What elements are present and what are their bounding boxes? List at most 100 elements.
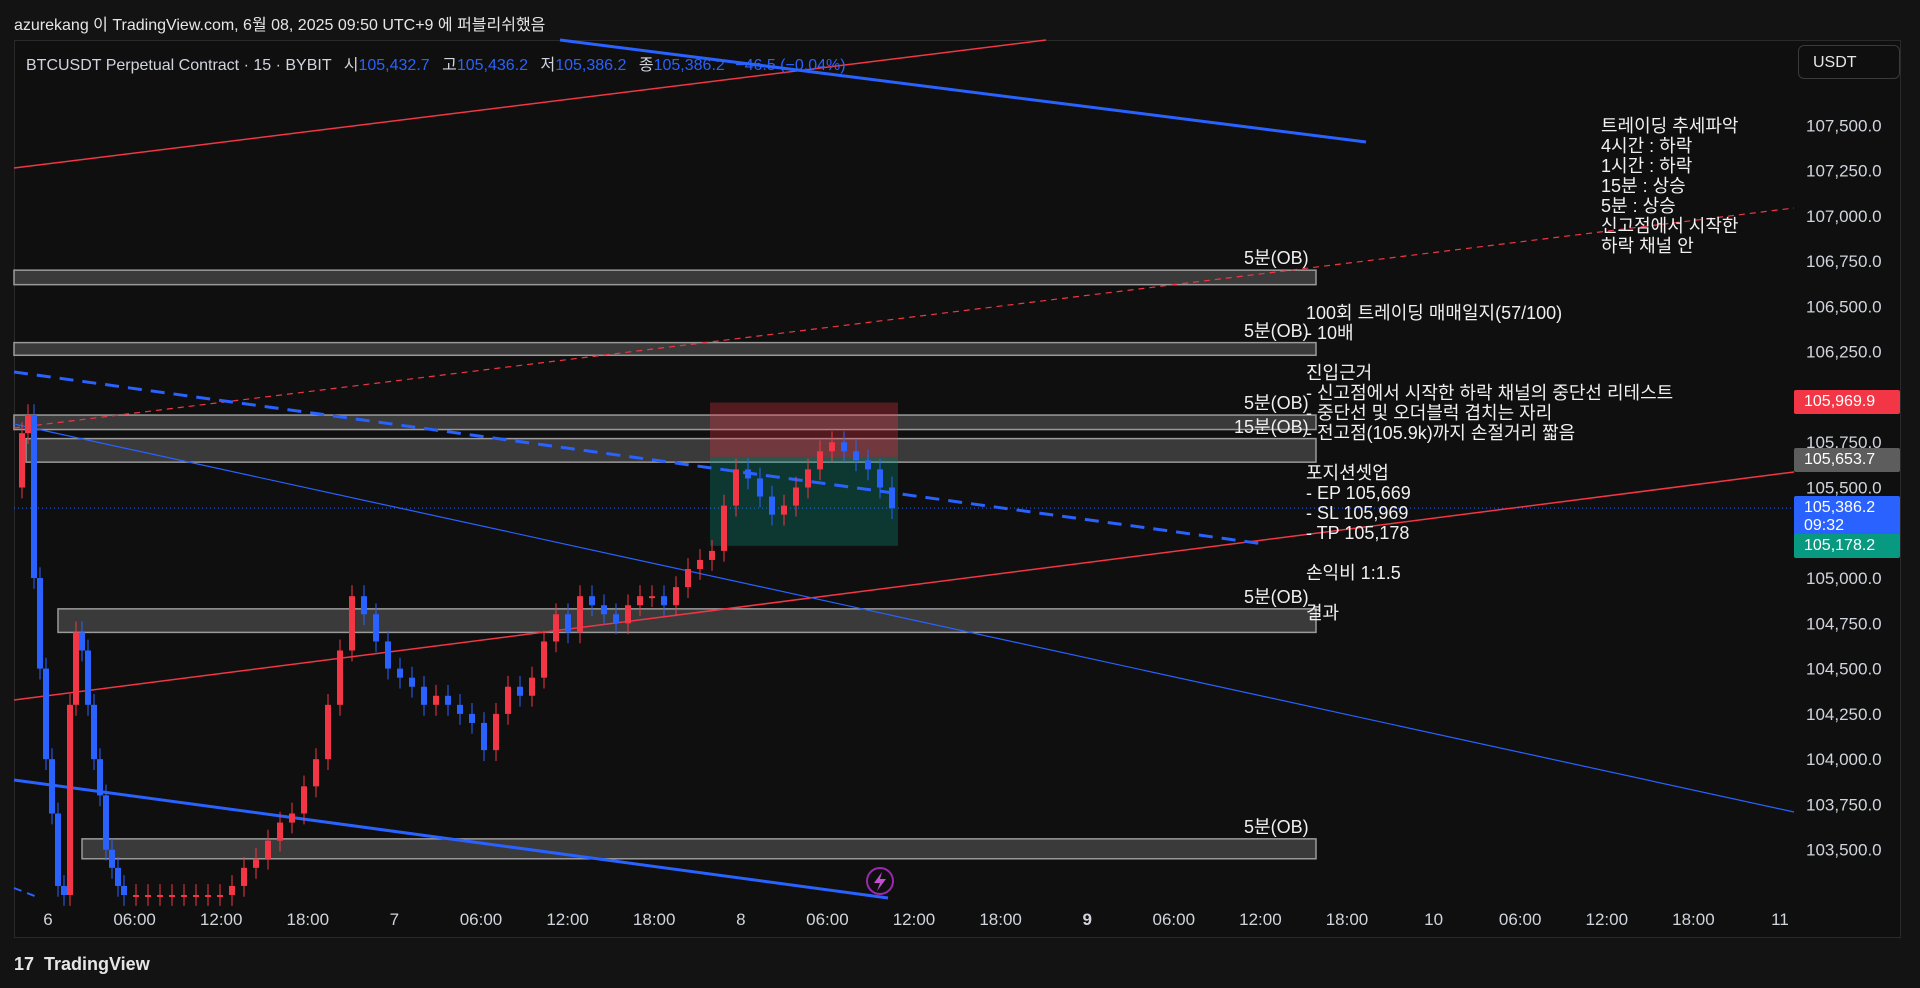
tradingview-logo-icon[interactable]: 17	[14, 954, 34, 975]
time-tick-label: 18:00	[979, 910, 1022, 929]
journal-line-5: - 중단선 및 오더블럭 겹치는 자리	[1306, 403, 1553, 423]
order-block-zone	[57, 608, 1317, 634]
candle-body	[85, 650, 91, 705]
candle-body	[433, 695, 439, 705]
candle-body	[133, 895, 139, 897]
candle-body	[325, 704, 331, 760]
low-value: 105,386.2	[555, 57, 627, 74]
time-tick-label: 7	[390, 910, 399, 929]
time-tick-label: 06:00	[1153, 910, 1196, 929]
price-tick-label: 104,250.0	[1806, 705, 1882, 724]
time-tick-label: 11	[1771, 910, 1789, 929]
order-block-label: 5분(OB)	[1244, 586, 1309, 607]
candle-body	[349, 596, 355, 651]
candle-body	[277, 822, 283, 841]
journal-line-11: - TP 105,178	[1306, 523, 1410, 543]
low-label: 저	[540, 57, 556, 74]
candle-body	[577, 596, 583, 633]
candle-body	[61, 885, 67, 895]
time-tick-label: 18:00	[1672, 910, 1715, 929]
order-block-label: 5분(OB)	[1244, 816, 1309, 837]
journal-line-2	[1306, 343, 1673, 363]
order-block-label: 5분(OB)	[1244, 320, 1309, 341]
candle-body	[181, 895, 187, 897]
open-label: 시	[343, 57, 359, 74]
candle-body	[55, 813, 61, 886]
order-block-label: 15분(OB)	[1234, 416, 1309, 437]
price-tick-label: 106,750.0	[1806, 252, 1882, 271]
candle-body	[853, 451, 859, 461]
blue-dashed-lower-line	[13, 887, 41, 899]
candle-body	[505, 686, 511, 714]
symbol-name[interactable]: BTCUSDT Perpetual Contract · 15 · BYBIT	[26, 57, 331, 74]
candle-body	[445, 695, 451, 705]
candle-body	[253, 858, 259, 868]
brand-name[interactable]: TradingView	[44, 954, 150, 975]
candle-body	[565, 614, 571, 633]
time-tick-label: 10	[1424, 910, 1443, 929]
price-tick-label: 104,750.0	[1806, 614, 1882, 633]
order-block-label: 5분(OB)	[1244, 393, 1309, 414]
candle-body	[49, 759, 55, 814]
candle-body	[385, 641, 391, 669]
order-block-zone	[13, 414, 1317, 431]
price-tick-label: 107,250.0	[1806, 162, 1882, 181]
trend-line-2: 1시간 : 하락	[1601, 156, 1693, 176]
time-tick-label: 6	[43, 910, 52, 929]
time-tick-label: 12:00	[200, 910, 243, 929]
candle-body	[103, 795, 109, 850]
candle-body	[79, 632, 85, 651]
price-tick-label: 106,250.0	[1806, 343, 1882, 362]
candle-body	[37, 578, 43, 669]
candle-body	[115, 867, 121, 886]
journal-line-15: 결과	[1306, 603, 1340, 623]
candle-body	[205, 895, 211, 897]
candle-body	[265, 840, 271, 859]
candle-body	[841, 442, 847, 452]
trend-line-0: 트레이딩 추세파악	[1601, 116, 1739, 136]
candle-body	[31, 415, 37, 579]
price-tag: 105,969.9	[1794, 390, 1900, 415]
time-tick-label: 06:00	[113, 910, 156, 929]
candle-body	[409, 677, 415, 687]
time-tick-label: 06:00	[1499, 910, 1542, 929]
candle-body	[673, 587, 679, 606]
price-tag-countdown: 09:32	[1804, 517, 1845, 535]
journal-line-1: - 10배	[1306, 323, 1354, 343]
price-tag: 105,653.7	[1794, 447, 1900, 472]
trend-note[interactable]: 트레이딩 추세파악 4시간 : 하락 1시간 : 하락 15분 : 상승 5분 …	[1601, 116, 1738, 256]
candle-body	[421, 686, 427, 705]
candle-body	[541, 641, 547, 678]
high-label: 고	[442, 57, 457, 74]
candle-body	[373, 614, 379, 642]
journal-note[interactable]: 100회 트레이딩 매매일지(57/100) - 10배 진입근거 - 신고점에…	[1306, 303, 1673, 623]
time-tick-label: 12:00	[1239, 910, 1282, 929]
change-value: −46.5 (−0.04%)	[735, 57, 846, 74]
order-block-zones	[13, 269, 1317, 860]
candle-body	[241, 867, 247, 886]
trend-line-1: 4시간 : 하락	[1601, 136, 1693, 156]
candle-body	[865, 460, 871, 470]
candle-body	[757, 478, 763, 497]
candle-body	[637, 596, 643, 606]
open-value: 105,432.7	[358, 57, 430, 74]
currency-button[interactable]: USDT	[1798, 45, 1900, 79]
time-tick-label: 12:00	[546, 910, 589, 929]
time-tick-label: 12:00	[1586, 910, 1629, 929]
candle-body	[589, 596, 595, 606]
candle-body	[121, 885, 127, 895]
journal-line-3: 진입근거	[1306, 363, 1373, 383]
footer-bar: 17 TradingView	[0, 940, 1920, 988]
price-axis: 107,500.0 107,250.0 107,000.0 106,750.0 106,…	[1806, 116, 1882, 859]
price-tick-label: 105,000.0	[1806, 569, 1882, 588]
journal-line-13: 손익비 1:1.5	[1306, 563, 1401, 583]
candle-body	[91, 704, 97, 760]
candle-body	[229, 885, 235, 895]
candle-body	[709, 550, 715, 560]
candle-body	[613, 614, 619, 624]
candle-body	[685, 569, 691, 588]
trend-line-3: 15분 : 상승	[1601, 176, 1686, 196]
time-tick-label: 18:00	[1326, 910, 1369, 929]
candle-body	[649, 596, 655, 599]
time-tick-label: 9	[1082, 910, 1091, 929]
